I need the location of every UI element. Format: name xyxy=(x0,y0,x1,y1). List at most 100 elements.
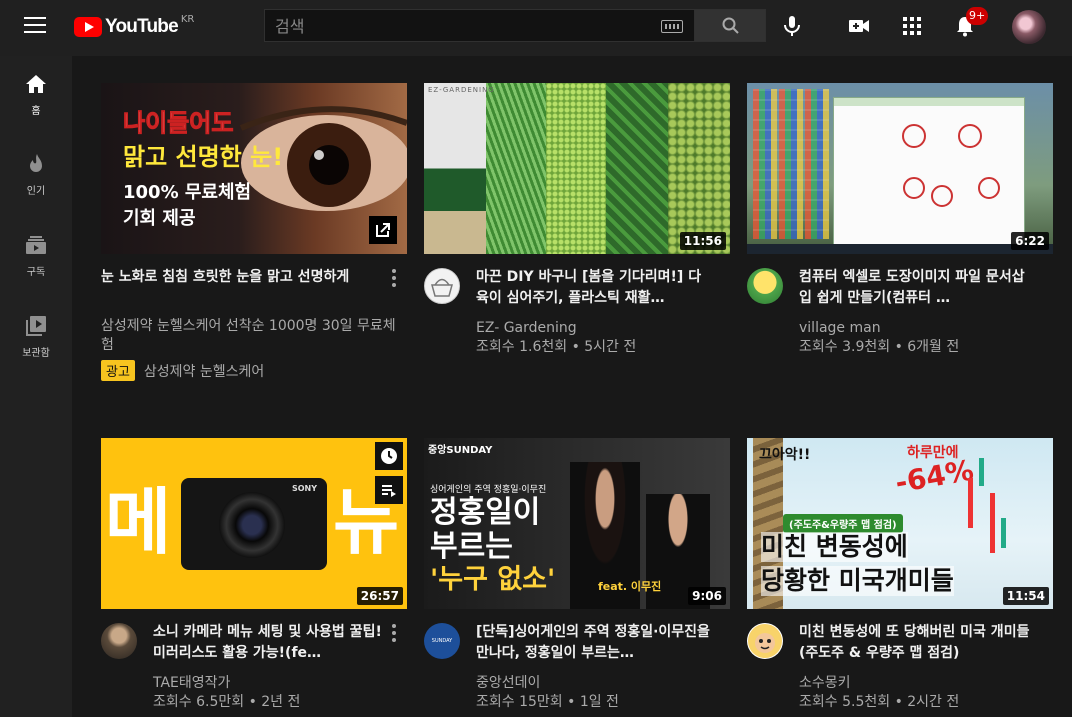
thumb-line-3: 100% 무료체험 xyxy=(123,182,252,203)
channel-name[interactable]: TAE태영작가 xyxy=(153,674,393,693)
channel-avatar[interactable] xyxy=(747,623,783,659)
video-title[interactable]: [단독]싱어게인의 주역 정홍일·이무진을 만나다, 정홍일이 부르는… xyxy=(476,622,712,664)
thumb-line-1: 정홍일이 xyxy=(430,495,541,530)
excel-ribbon xyxy=(834,98,1024,106)
search-input[interactable] xyxy=(275,15,655,37)
sidebar: 홈 인기 구독 보관함 xyxy=(0,56,72,717)
excel-window xyxy=(833,97,1025,247)
channel-name[interactable]: village man xyxy=(799,319,1039,338)
basket-logo-icon xyxy=(431,278,453,297)
camera-brand: SONY xyxy=(291,484,317,493)
video-thumbnail[interactable]: EZ-GARDENING 11:56 xyxy=(424,83,730,254)
video-stats: 조회수 1.6천회 • 5시간 전 xyxy=(476,339,637,355)
stamp-images xyxy=(902,124,1000,207)
thumb-line-2: 부르는 xyxy=(430,529,513,564)
apps-grid-icon[interactable] xyxy=(900,14,924,38)
thumb-feat: feat. 이무진 xyxy=(598,580,662,593)
home-icon xyxy=(26,75,46,93)
video-thumbnail[interactable]: 중앙SUNDAY 싱어게인의 주역 정홍일·이무진 정홍일이 부르는 '누구 없… xyxy=(424,438,730,609)
thumb-line-4: 기회 제공 xyxy=(123,208,196,229)
thumb-line-1: 나이들어도 xyxy=(122,109,234,138)
ad-row: 광고 삼성제약 눈헬스케어 xyxy=(101,360,264,381)
subscriptions-icon xyxy=(26,236,46,254)
video-duration: 26:57 xyxy=(356,587,403,605)
video-thumbnail[interactable]: 메 뉴 SONY 26:57 xyxy=(101,438,407,609)
microphone-icon[interactable] xyxy=(780,14,804,38)
external-link-icon xyxy=(376,223,390,237)
menu-icon[interactable] xyxy=(24,17,46,35)
thumb-panel-leaves xyxy=(606,83,668,254)
ad-badge: 광고 xyxy=(101,360,135,381)
sidebar-item-subscriptions[interactable]: 구독 xyxy=(0,217,72,291)
video-duration: 11:54 xyxy=(1002,587,1049,605)
top-bar: YouTube KR 9+ xyxy=(0,0,1072,56)
thumb-line-1: 미친 변동성에 xyxy=(761,532,908,562)
more-options-icon[interactable] xyxy=(391,624,397,642)
thumb-caption: EZ-GARDENING xyxy=(428,86,495,94)
search-icon xyxy=(722,17,739,34)
channel-name[interactable]: EZ- Gardening xyxy=(476,319,716,338)
video-stats: 조회수 15만회 • 1일 전 xyxy=(476,694,619,710)
logo-text: YouTube xyxy=(105,16,179,37)
video-stats: 조회수 6.5만회 • 2년 전 xyxy=(153,694,301,710)
user-avatar[interactable] xyxy=(1012,10,1046,44)
library-icon xyxy=(26,316,46,336)
channel-avatar-brand: SUNDAY xyxy=(431,638,453,644)
thumb-panel-grass xyxy=(486,83,546,254)
video-title[interactable]: 컴퓨터 엑셀로 도장이미지 파일 문서삽입 쉽게 만들기(컴퓨터 … xyxy=(799,267,1035,309)
video-title[interactable]: 소니 카메라 메뉴 세팅 및 사용법 꿀팁! 미러리스도 활용 가능!(fe… xyxy=(153,622,389,664)
ad-description: 삼성제약 눈헬스케어 선착순 1000명 30일 무료체험 xyxy=(101,318,396,353)
taskbar xyxy=(747,244,1053,254)
monkey-logo-icon xyxy=(748,624,782,658)
thumb-panel-succulent xyxy=(668,83,730,254)
camera-illustration: SONY xyxy=(181,478,327,570)
sidebar-label-home: 홈 xyxy=(31,106,41,117)
sidebar-item-home[interactable]: 홈 xyxy=(0,56,72,130)
thumb-brand: 중앙SUNDAY xyxy=(428,445,493,456)
thumb-line-2: 당황한 미국개미들 xyxy=(761,566,954,596)
clock-icon xyxy=(381,448,397,464)
notification-badge: 9+ xyxy=(966,7,989,25)
video-thumbnail[interactable]: 나이들어도 맑고 선명한 눈! 100% 무료체험 기회 제공 xyxy=(101,83,407,254)
flame-icon xyxy=(30,154,42,172)
channel-avatar[interactable] xyxy=(101,623,137,659)
youtube-logo[interactable]: YouTube KR xyxy=(74,13,195,39)
video-title[interactable]: 미친 변동성에 또 당해버린 미국 개미들(주도주 & 우량주 맵 점검) xyxy=(799,622,1035,664)
queue-icon xyxy=(382,485,396,497)
external-link-button[interactable] xyxy=(369,216,397,244)
channel-avatar[interactable]: SUNDAY xyxy=(424,623,460,659)
keyboard-icon[interactable] xyxy=(661,20,683,33)
channel-name[interactable]: 중앙선데이 xyxy=(476,674,716,693)
thumb-panel-moss xyxy=(546,83,606,254)
camera-lens xyxy=(219,492,285,558)
search-box xyxy=(264,9,694,42)
youtube-play-icon xyxy=(74,17,102,37)
search-button[interactable] xyxy=(694,9,766,42)
watch-later-button[interactable] xyxy=(375,442,403,470)
video-duration: 6:22 xyxy=(1011,232,1049,250)
add-to-queue-button[interactable] xyxy=(375,476,403,504)
logo-country: KR xyxy=(180,13,195,25)
sidebar-item-trending[interactable]: 인기 xyxy=(0,136,72,210)
video-thumbnail[interactable]: 끄아악!! 하루만에 -64% (주도주&우량주 맵 점검) 미친 변동성에 당… xyxy=(747,438,1053,609)
video-stats: 조회수 5.5천회 • 2시간 전 xyxy=(799,694,960,710)
video-grid: 나이들어도 맑고 선명한 눈! 100% 무료체험 기회 제공 눈 노화로 침침… xyxy=(72,56,1072,717)
sidebar-label-subscriptions: 구독 xyxy=(26,267,46,278)
thumb-tag: (주도주&우량주 맵 점검) xyxy=(783,514,903,533)
channel-avatar[interactable] xyxy=(747,268,783,304)
sidebar-label-library: 보관함 xyxy=(22,348,50,359)
channel-avatar[interactable] xyxy=(424,268,460,304)
channel-name[interactable]: 소수몽키 xyxy=(799,674,1039,693)
create-video-icon[interactable] xyxy=(847,14,871,38)
video-thumbnail[interactable]: 6:22 xyxy=(747,83,1053,254)
thumb-sub: 싱어게인의 주역 정홍일·이무진 xyxy=(430,485,547,495)
ad-channel[interactable]: 삼성제약 눈헬스케어 xyxy=(144,361,264,381)
video-stats: 조회수 3.9천회 • 6개월 전 xyxy=(799,339,960,355)
video-title[interactable]: 마끈 DIY 바구니 [봄을 기다리며!] 다육이 심어주기, 플라스틱 재활… xyxy=(476,267,712,309)
more-options-icon[interactable] xyxy=(391,269,397,287)
thumb-line-3: '누구 없소' xyxy=(430,564,556,595)
sidebar-item-library[interactable]: 보관함 xyxy=(0,298,72,372)
thumb-panel-basket xyxy=(424,83,486,254)
thumb-line-2: 맑고 선명한 눈! xyxy=(123,143,284,171)
video-title[interactable]: 눈 노화로 침침 흐릿한 눈을 맑고 선명하게 xyxy=(101,267,381,288)
